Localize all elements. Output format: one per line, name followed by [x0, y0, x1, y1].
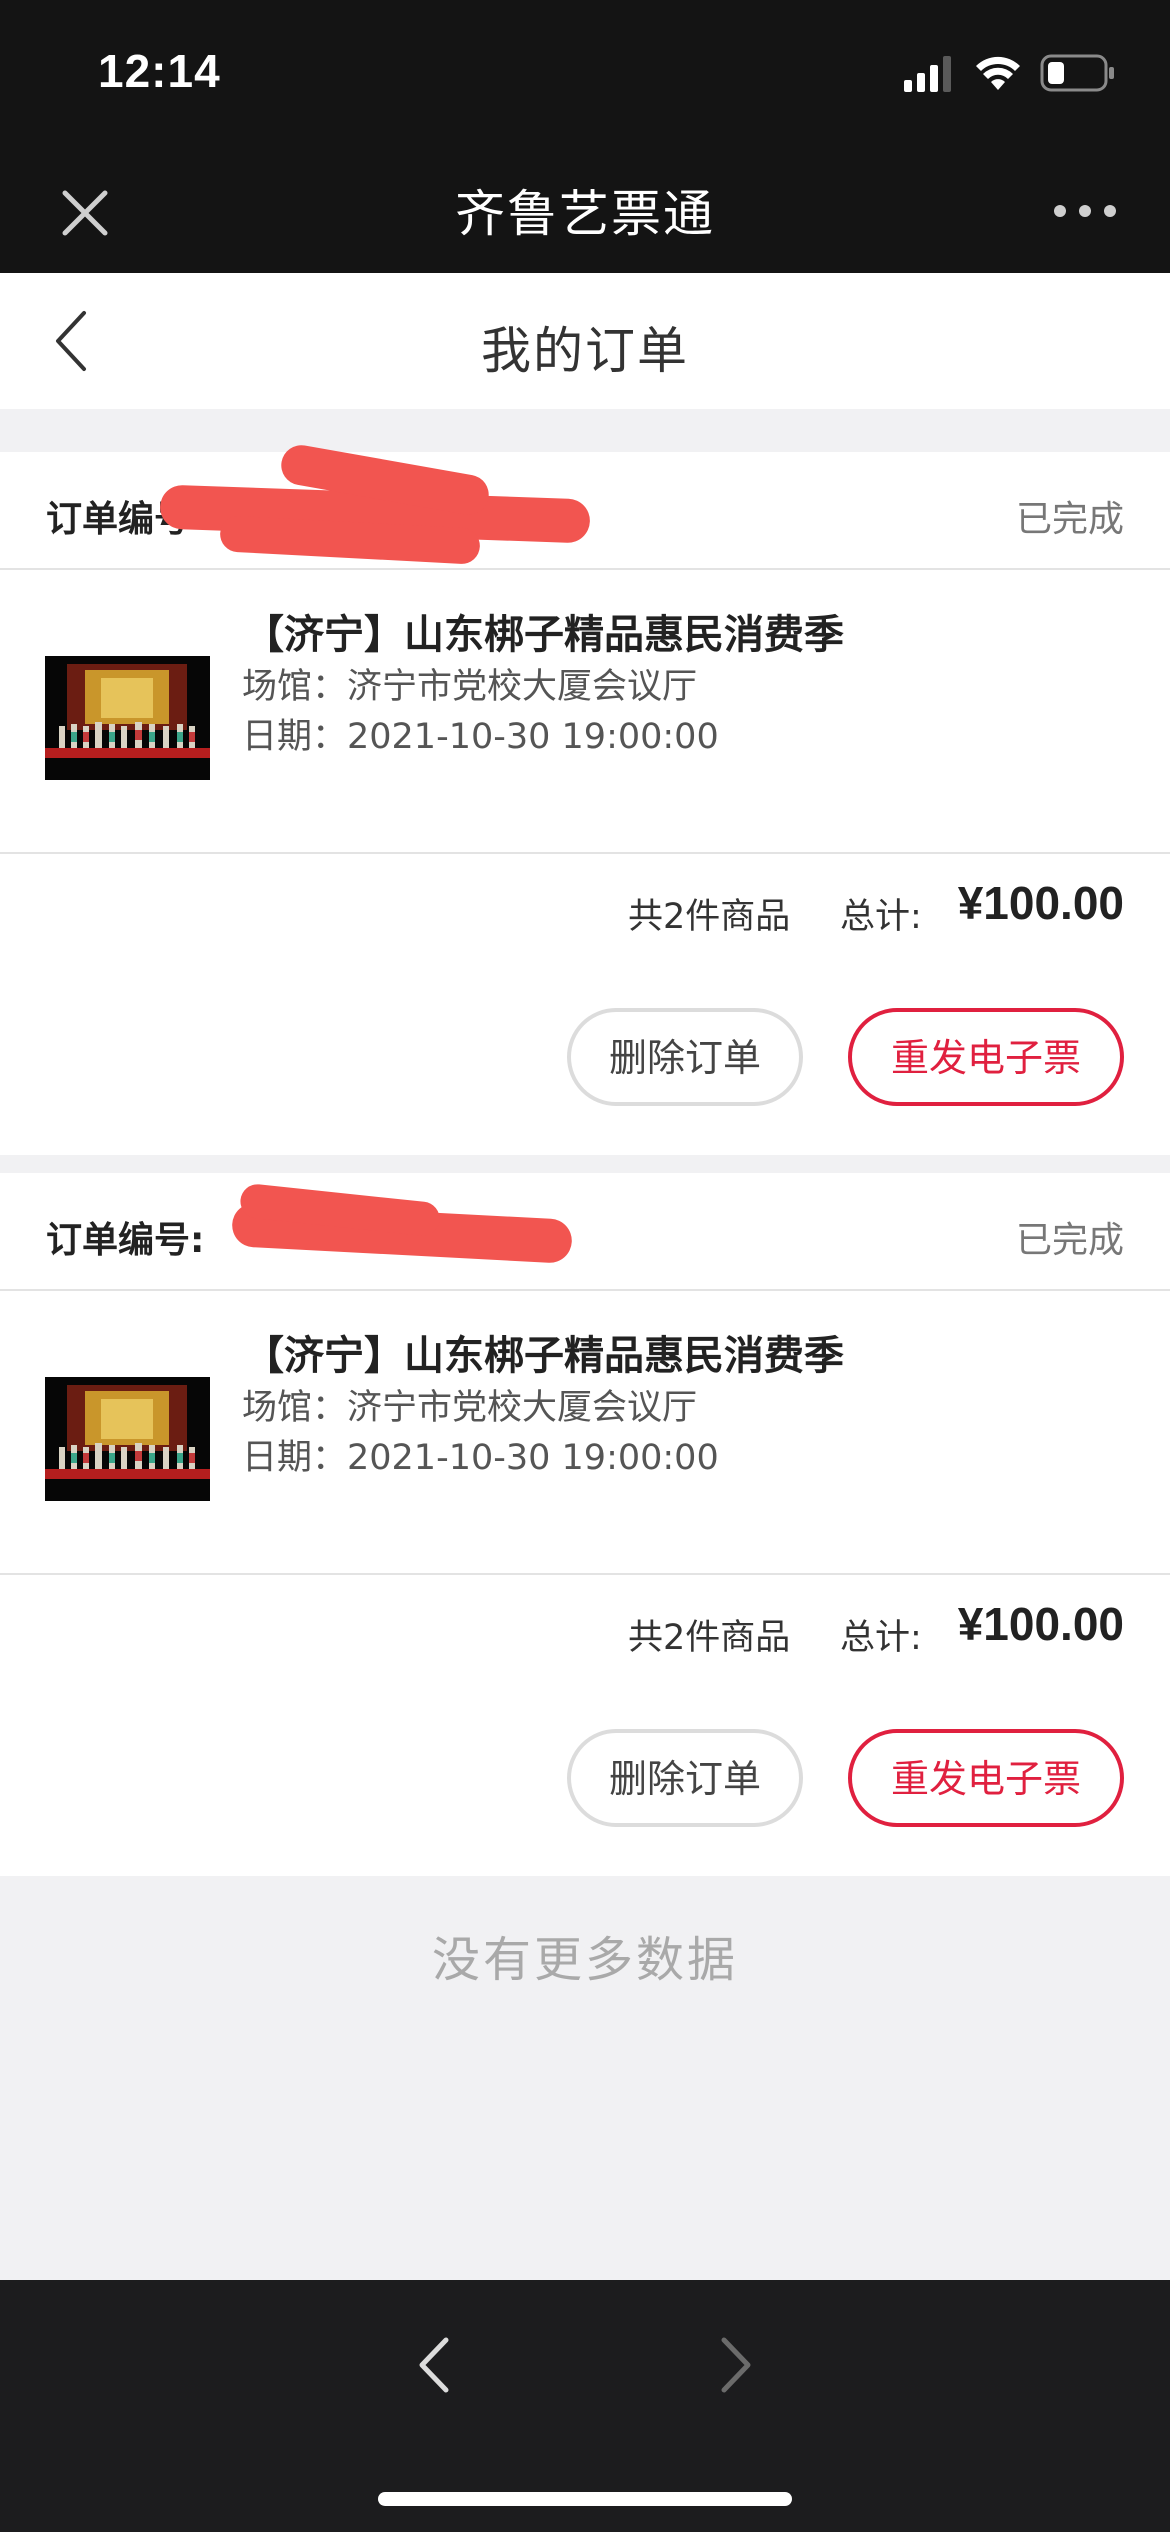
item-count: 共2件商品	[628, 1618, 791, 1658]
total-amount: ¥100.00	[957, 1598, 1124, 1650]
item-count: 共2件商品	[628, 897, 791, 937]
total-label: 总计:	[840, 897, 922, 937]
chevron-left-icon[interactable]	[412, 2332, 456, 2398]
battery-icon	[1040, 54, 1114, 92]
total-label: 总计:	[840, 1618, 922, 1658]
show-title: 【济宁】山东梆子精品惠民消费季	[244, 612, 844, 658]
order-status: 已完成	[1015, 1220, 1124, 1261]
date-text: 日期：2021-10-30 19:00:00	[242, 717, 719, 757]
order-number-label: 订单编号:	[46, 1220, 205, 1261]
total-amount: ¥100.00	[957, 877, 1124, 929]
order-header: 订单编号 已完成	[0, 442, 1170, 570]
page-title: 我的订单	[481, 322, 689, 380]
venue-text: 场馆：济宁市党校大厦会议厅	[242, 1388, 698, 1428]
chevron-right-icon[interactable]	[714, 2332, 758, 2398]
no-more-data-text: 没有更多数据	[431, 1932, 738, 1988]
order-status: 已完成	[1015, 499, 1124, 540]
venue-text: 场馆：济宁市党校大厦会议厅	[242, 667, 698, 707]
status-time: 12:14	[98, 45, 221, 97]
show-thumbnail	[45, 656, 210, 780]
order-item[interactable]: 【济宁】山东梆子精品惠民消费季 场馆：济宁市党校大厦会议厅 日期：2021-10…	[0, 572, 1170, 854]
order-card: 订单编号 已完成 【济宁】山东梆子精品惠民消费季 场馆：济宁市党校大厦会议厅 日…	[0, 442, 1170, 1155]
status-bar: 12:14	[0, 0, 1170, 140]
show-thumbnail	[45, 1377, 210, 1501]
resend-ticket-button[interactable]: 重发电子票	[848, 1008, 1124, 1106]
order-header: 订单编号: 已完成	[0, 1173, 1170, 1291]
home-indicator	[378, 2492, 792, 2506]
order-card: 订单编号: 已完成 【济宁】山东梆子精品惠民消费季 场馆：济宁市党校大厦会议厅 …	[0, 1173, 1170, 1876]
wechat-title-bar: 齐鲁艺票通	[0, 140, 1170, 273]
wifi-icon	[976, 56, 1020, 90]
bottom-nav-bar	[0, 2280, 1170, 2532]
resend-ticket-button[interactable]: 重发电子票	[848, 1729, 1124, 1827]
app-title: 齐鲁艺票通	[455, 185, 715, 243]
order-item[interactable]: 【济宁】山东梆子精品惠民消费季 场馆：济宁市党校大厦会议厅 日期：2021-10…	[0, 1293, 1170, 1575]
delete-order-button[interactable]: 删除订单	[567, 1008, 803, 1106]
more-icon[interactable]	[1050, 196, 1120, 226]
page-header: 我的订单	[0, 273, 1170, 409]
date-text: 日期：2021-10-30 19:00:00	[242, 1438, 719, 1478]
delete-order-button[interactable]: 删除订单	[567, 1729, 803, 1827]
show-title: 【济宁】山东梆子精品惠民消费季	[244, 1333, 844, 1379]
signal-icon	[904, 56, 951, 92]
